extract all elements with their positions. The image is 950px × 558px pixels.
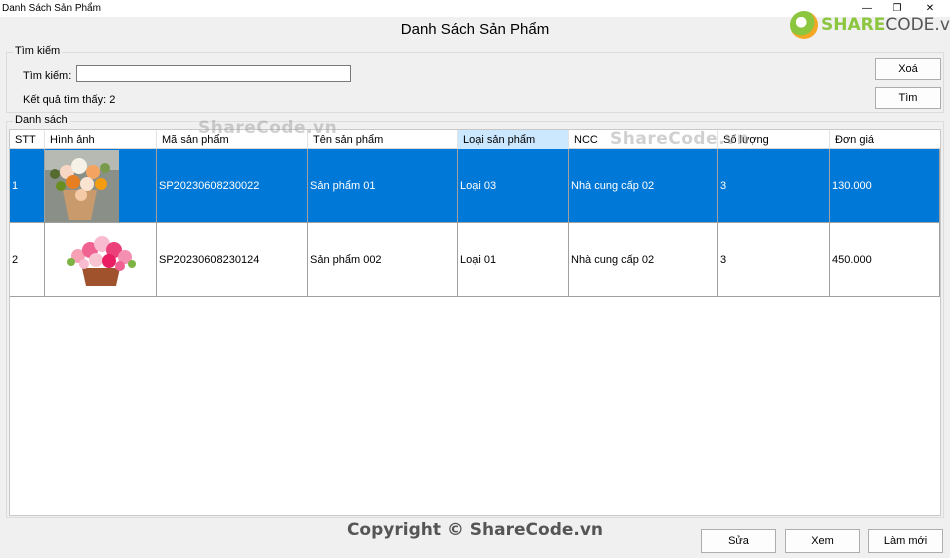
column-header-image[interactable]: Hình ảnh [45, 130, 157, 149]
cell-category: Loại 03 [458, 149, 569, 223]
flower-bouquet-image [45, 150, 119, 222]
cell-supplier: Nhà cung cấp 02 [569, 149, 718, 223]
cell-category: Loại 01 [458, 223, 569, 297]
sharecode-logo: SHARE CODE.vn [790, 8, 950, 42]
window-title: Danh Sách Sản Phẩm [2, 3, 101, 14]
search-group-label: Tìm kiếm [13, 45, 63, 57]
logo-text-code: CODE.vn [885, 15, 950, 35]
list-groupbox: Danh sách STT Hình ảnh Mã sản phẩm Tên s… [6, 114, 944, 518]
column-header-name[interactable]: Tên sản phẩm [308, 130, 458, 149]
column-header-supplier[interactable]: NCC [569, 130, 718, 149]
cell-quantity: 3 [718, 223, 830, 297]
cell-stt: 2 [10, 223, 45, 297]
table-row[interactable]: 2 SP20230608230124 Sản phẩm 002 Loại 01 … [10, 223, 940, 297]
list-group-label: Danh sách [13, 114, 70, 126]
clear-button[interactable]: Xoá [875, 58, 941, 80]
cell-code: SP20230608230124 [157, 223, 308, 297]
cell-image [45, 223, 157, 297]
search-button[interactable]: Tìm [875, 87, 941, 109]
flower-basket-image [66, 235, 136, 286]
logo-text-share: SHARE [821, 15, 886, 35]
edit-button[interactable]: Sửa [701, 529, 776, 553]
cell-name: Sản phẩm 01 [308, 149, 458, 223]
column-header-code[interactable]: Mã sản phẩm [157, 130, 308, 149]
search-groupbox: Tìm kiếm Tìm kiếm: Kết quả tìm thấy: 2 X… [6, 45, 944, 113]
cell-price: 450.000 [830, 223, 940, 297]
view-button[interactable]: Xem [785, 529, 860, 553]
column-header-price[interactable]: Đơn giá [830, 130, 940, 149]
cell-image [45, 149, 157, 223]
table-row[interactable]: 1 SP20230608230022 Sản phẩm 01 Loại 03 N… [10, 149, 940, 223]
cell-stt: 1 [10, 149, 45, 223]
search-label: Tìm kiếm: [23, 70, 72, 82]
column-header-category[interactable]: Loại sản phẩm [458, 130, 569, 149]
column-header-quantity[interactable]: Số lượng [718, 130, 830, 149]
search-input[interactable] [76, 65, 351, 82]
cell-quantity: 3 [718, 149, 830, 223]
refresh-button[interactable]: Làm mới [868, 529, 943, 553]
cell-price: 130.000 [830, 149, 940, 223]
globe-icon [790, 11, 818, 39]
cell-code: SP20230608230022 [157, 149, 308, 223]
cell-supplier: Nhà cung cấp 02 [569, 223, 718, 297]
product-grid[interactable]: STT Hình ảnh Mã sản phẩm Tên sản phẩm Lo… [9, 129, 941, 516]
result-count-text: Kết quả tìm thấy: 2 [23, 94, 116, 106]
grid-header: STT Hình ảnh Mã sản phẩm Tên sản phẩm Lo… [10, 130, 940, 149]
cell-name: Sản phẩm 002 [308, 223, 458, 297]
column-header-stt[interactable]: STT [10, 130, 45, 149]
